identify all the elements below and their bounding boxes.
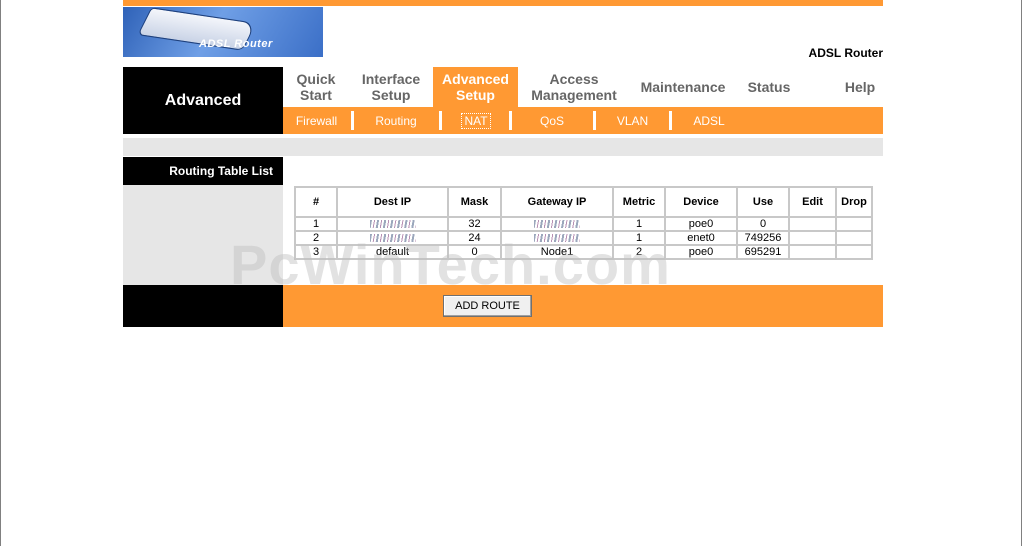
cell-mask: 24 xyxy=(447,230,502,246)
footer-sidebar-bg xyxy=(123,285,283,327)
cell-dest-ip: default xyxy=(336,244,449,260)
cell-num: 3 xyxy=(294,244,338,260)
cell-edit[interactable] xyxy=(788,230,837,246)
cell-mask: 0 xyxy=(447,244,502,260)
cell-metric: 2 xyxy=(612,244,666,260)
cell-drop[interactable] xyxy=(835,244,873,260)
column-header: # xyxy=(294,186,338,218)
tab-help[interactable]: Help xyxy=(823,67,897,107)
logo-label: ADSL Router xyxy=(199,38,273,50)
top-accent-bar xyxy=(123,0,883,6)
tab-quick-start[interactable]: Quick Start xyxy=(283,67,349,107)
subtab-qos[interactable]: QoS xyxy=(512,107,592,134)
cell-num: 1 xyxy=(294,216,338,232)
subtab-routing[interactable]: Routing xyxy=(354,107,438,134)
router-logo: ADSL Router xyxy=(123,7,323,57)
cell-dest-ip-redacted xyxy=(336,230,449,246)
tab-label: Maintenance xyxy=(640,79,726,95)
cell-device: poe0 xyxy=(664,216,738,232)
window-left-border xyxy=(0,0,1,546)
cell-gateway-redacted xyxy=(500,216,614,232)
sub-nav: Firewall Routing NAT QoS VLAN ADSL xyxy=(283,107,883,134)
subtab-label: ADSL xyxy=(693,113,725,128)
tab-label: Help xyxy=(844,79,876,95)
subtab-firewall[interactable]: Firewall xyxy=(283,107,350,134)
subtab-nat[interactable]: NAT xyxy=(442,107,510,134)
column-header: Drop xyxy=(835,186,873,218)
redaction-mark xyxy=(369,220,416,229)
tab-access-management[interactable]: Access Management xyxy=(518,67,630,107)
column-header: Use xyxy=(736,186,790,218)
tab-label: Quick Start xyxy=(296,71,336,103)
redaction-mark xyxy=(369,234,416,243)
subtab-label: VLAN xyxy=(616,113,649,128)
cell-dest-ip-redacted xyxy=(336,216,449,232)
column-header: Edit xyxy=(788,186,837,218)
main-nav: Quick Start Interface Setup Advanced Set… xyxy=(283,67,883,107)
routing-table: # Dest IP Mask Gateway IP Metric Device … xyxy=(294,186,873,260)
table-header-row: # Dest IP Mask Gateway IP Metric Device … xyxy=(294,186,873,218)
cell-use: 749256 xyxy=(736,230,790,246)
table-row: 2 24 1 enet0 749256 xyxy=(294,230,873,246)
section-title: Advanced xyxy=(164,91,242,109)
column-header: Gateway IP xyxy=(500,186,614,218)
cell-drop[interactable] xyxy=(835,230,873,246)
column-header: Dest IP xyxy=(336,186,449,218)
cell-gateway-redacted xyxy=(500,230,614,246)
column-header: Metric xyxy=(612,186,666,218)
subtab-label: Routing xyxy=(375,113,417,128)
cell-drop[interactable] xyxy=(835,216,873,232)
cell-edit[interactable] xyxy=(788,244,837,260)
subtab-label: QoS xyxy=(539,113,564,128)
column-header: Mask xyxy=(447,186,502,218)
cell-gateway: Node1 xyxy=(500,244,614,260)
table-row: 1 32 1 poe0 0 xyxy=(294,216,873,232)
brand-title: ADSL Router xyxy=(808,46,883,60)
routing-table-heading: Routing Table List xyxy=(123,157,283,185)
cell-edit[interactable] xyxy=(788,216,837,232)
cell-device: poe0 xyxy=(664,244,738,260)
tab-label: Access Management xyxy=(531,71,617,103)
cell-mask: 32 xyxy=(447,216,502,232)
cell-metric: 1 xyxy=(612,230,666,246)
cell-use: 0 xyxy=(736,216,790,232)
cell-use: 695291 xyxy=(736,244,790,260)
redaction-mark xyxy=(534,220,580,229)
redaction-mark xyxy=(534,234,580,243)
subtab-adsl[interactable]: ADSL xyxy=(672,107,746,134)
subtab-label: NAT xyxy=(461,112,491,129)
tab-label: Status xyxy=(747,79,791,95)
tab-interface-setup[interactable]: Interface Setup xyxy=(349,67,433,107)
tab-advanced-setup[interactable]: Advanced Setup xyxy=(433,67,518,107)
cell-num: 2 xyxy=(294,230,338,246)
column-header: Device xyxy=(664,186,738,218)
subtab-label: Firewall xyxy=(295,113,338,128)
sidebar-gray-panel xyxy=(123,185,283,285)
cell-metric: 1 xyxy=(612,216,666,232)
content-divider-band xyxy=(123,138,883,156)
footer-bar xyxy=(283,285,883,327)
add-route-button[interactable]: ADD ROUTE xyxy=(443,295,532,317)
subtab-vlan[interactable]: VLAN xyxy=(596,107,669,134)
tab-status[interactable]: Status xyxy=(736,67,802,107)
cell-device: enet0 xyxy=(664,230,738,246)
tab-label: Advanced Setup xyxy=(442,71,509,103)
table-row: 3 default 0 Node1 2 poe0 695291 xyxy=(294,244,873,260)
tab-label: Interface Setup xyxy=(361,71,421,103)
tab-maintenance[interactable]: Maintenance xyxy=(630,67,736,107)
